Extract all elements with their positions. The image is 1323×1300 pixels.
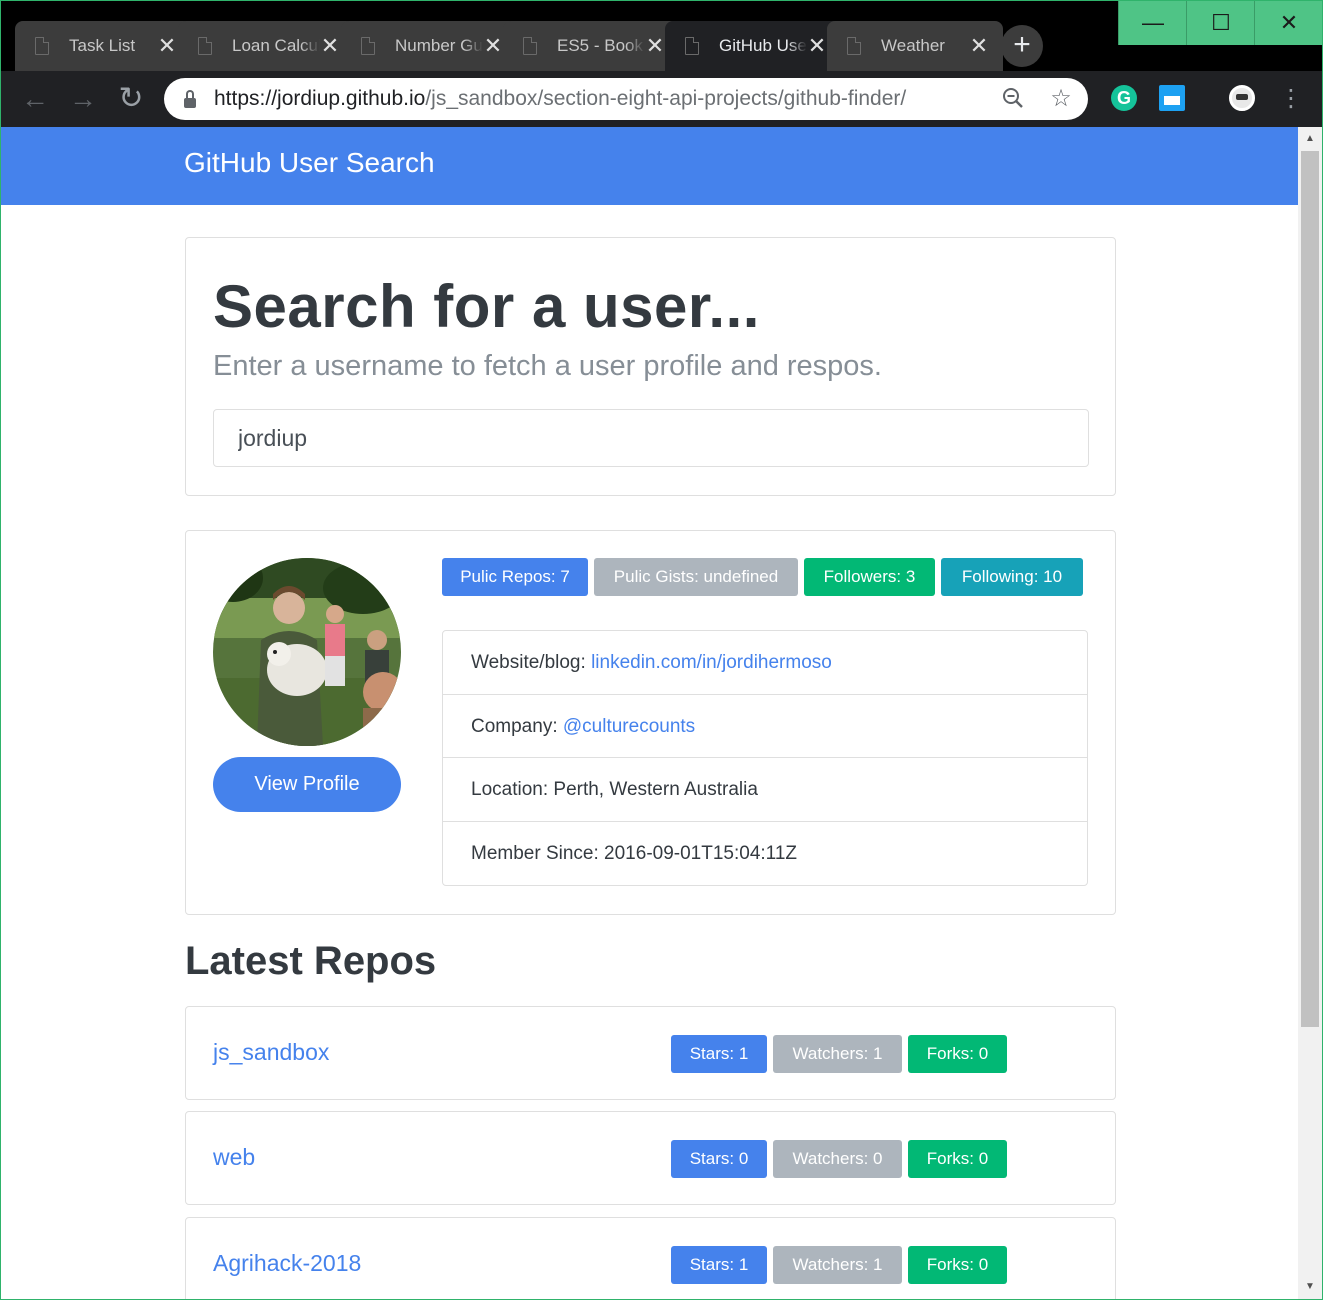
watchers-badge: Watchers: 1 bbox=[773, 1035, 902, 1073]
tab-loan-calculator[interactable]: Loan Calculator ✕ bbox=[178, 21, 354, 71]
zoom-icon[interactable] bbox=[1000, 86, 1026, 112]
address-bar[interactable]: https://jordiup.github.io/js_sandbox/sec… bbox=[164, 78, 1088, 120]
tab-title: Loan Calculator bbox=[232, 36, 320, 55]
scroll-down-arrow-icon[interactable]: ▼ bbox=[1298, 1277, 1322, 1297]
website-item: Website/blog: linkedin.com/in/jordihermo… bbox=[443, 631, 1087, 695]
tab-es5-book-list[interactable]: ES5 - Book List ✕ bbox=[503, 21, 679, 71]
company-link[interactable]: @culturecounts bbox=[563, 716, 695, 737]
vertical-scrollbar[interactable]: ▲ ▼ bbox=[1298, 127, 1322, 1299]
avatar bbox=[213, 558, 401, 746]
tab-title: Task List bbox=[69, 36, 136, 55]
stars-badge: Stars: 0 bbox=[671, 1140, 767, 1178]
forks-badge: Forks: 0 bbox=[908, 1035, 1007, 1073]
close-icon[interactable]: ✕ bbox=[969, 35, 989, 57]
grammarly-extension-icon[interactable]: G bbox=[1111, 85, 1137, 111]
public-repos-badge: Pulic Repos: 7 bbox=[442, 558, 588, 596]
scroll-thumb[interactable] bbox=[1301, 151, 1319, 1027]
repo-card: Agrihack-2018 Stars: 1 Watchers: 1 Forks… bbox=[185, 1217, 1116, 1299]
page-viewport: GitHub User Search Search for a user... … bbox=[1, 127, 1298, 1299]
forks-badge: Forks: 0 bbox=[908, 1140, 1007, 1178]
repo-link[interactable]: Agrihack-2018 bbox=[213, 1250, 361, 1277]
close-icon[interactable]: ✕ bbox=[157, 35, 177, 57]
page-icon bbox=[361, 37, 375, 55]
public-gists-badge: Pulic Gists: undefined bbox=[594, 558, 798, 596]
company-item: Company: @culturecounts bbox=[443, 695, 1087, 758]
page-icon bbox=[198, 37, 212, 55]
profile-card: View Profile Pulic Repos: 7 Pulic Gists:… bbox=[185, 530, 1116, 915]
watchers-badge: Watchers: 0 bbox=[773, 1140, 902, 1178]
tab-title: Number Guesser bbox=[395, 36, 483, 55]
brand-title[interactable]: GitHub User Search bbox=[184, 147, 435, 179]
browser-window: Task List ✕ Loan Calculator ✕ Number Gue… bbox=[0, 0, 1323, 1300]
navbar: GitHub User Search bbox=[1, 127, 1298, 205]
tab-title: Weather bbox=[881, 36, 945, 55]
search-lead-text: Enter a username to fetch a user profile… bbox=[213, 350, 882, 382]
repo-link[interactable]: web bbox=[213, 1144, 255, 1171]
window-resizer-extension-icon[interactable] bbox=[1159, 85, 1185, 111]
page-icon bbox=[35, 37, 49, 55]
latest-repos-heading: Latest Repos bbox=[185, 939, 437, 983]
close-window-button[interactable]: ✕ bbox=[1254, 1, 1322, 45]
following-badge: Following: 10 bbox=[941, 558, 1083, 596]
repo-card: web Stars: 0 Watchers: 0 Forks: 0 bbox=[185, 1111, 1116, 1205]
url-path: /js_sandbox/section-eight-api-projects/g… bbox=[425, 87, 907, 110]
forks-badge: Forks: 0 bbox=[908, 1246, 1007, 1284]
search-card: Search for a user... Enter a username to… bbox=[185, 237, 1116, 496]
tab-title: ES5 - Book List bbox=[557, 36, 645, 55]
tab-strip: Task List ✕ Loan Calculator ✕ Number Gue… bbox=[1, 1, 1322, 71]
scroll-up-arrow-icon[interactable]: ▲ bbox=[1298, 129, 1322, 149]
website-label: Website/blog: bbox=[471, 652, 592, 673]
location-item: Location: Perth, Western Australia bbox=[443, 758, 1087, 822]
search-heading: Search for a user... bbox=[213, 273, 760, 340]
view-profile-button[interactable]: View Profile bbox=[213, 757, 401, 812]
repo-link[interactable]: js_sandbox bbox=[213, 1039, 329, 1066]
profile-info-list: Website/blog: linkedin.com/in/jordihermo… bbox=[442, 630, 1088, 886]
followers-badge: Followers: 3 bbox=[804, 558, 935, 596]
tab-number-guesser[interactable]: Number Guesser ✕ bbox=[341, 21, 517, 71]
minimize-button[interactable]: — bbox=[1118, 1, 1187, 45]
search-user-input[interactable] bbox=[213, 409, 1089, 467]
url-host: https://jordiup.github.io bbox=[214, 87, 426, 110]
menu-dots-icon[interactable]: ⋮ bbox=[1279, 85, 1303, 113]
tab-github-user-search[interactable]: GitHub User Search ✕ bbox=[665, 21, 841, 71]
close-icon[interactable]: ✕ bbox=[645, 35, 665, 57]
bookmark-star-icon[interactable]: ☆ bbox=[1048, 86, 1074, 112]
profile-avatar-icon[interactable] bbox=[1229, 85, 1255, 111]
maximize-button[interactable]: ☐ bbox=[1186, 1, 1255, 45]
company-label: Company: bbox=[471, 715, 563, 737]
close-icon[interactable]: ✕ bbox=[320, 35, 340, 57]
page-icon bbox=[523, 37, 537, 55]
url-text[interactable]: https://jordiup.github.io/js_sandbox/sec… bbox=[214, 87, 906, 111]
close-icon[interactable]: ✕ bbox=[483, 35, 503, 57]
watchers-badge: Watchers: 1 bbox=[773, 1246, 902, 1284]
member-since-item: Member Since: 2016-09-01T15:04:11Z bbox=[471, 842, 797, 864]
stars-badge: Stars: 1 bbox=[671, 1246, 767, 1284]
page-icon bbox=[685, 37, 699, 55]
forward-arrow-icon[interactable]: → bbox=[63, 79, 103, 119]
tab-task-list[interactable]: Task List ✕ bbox=[15, 21, 191, 71]
browser-toolbar: ← → ↻ https://jordiup.github.io/js_sandb… bbox=[1, 71, 1322, 127]
stars-badge: Stars: 1 bbox=[671, 1035, 767, 1073]
reload-icon[interactable]: ↻ bbox=[111, 79, 151, 119]
back-arrow-icon[interactable]: ← bbox=[15, 79, 55, 119]
close-icon[interactable]: ✕ bbox=[807, 35, 827, 57]
page-icon bbox=[847, 37, 861, 55]
new-tab-button[interactable]: + bbox=[1001, 25, 1043, 67]
lock-icon bbox=[184, 90, 196, 108]
tab-weather[interactable]: Weather ✕ bbox=[827, 21, 1003, 71]
repo-card: js_sandbox Stars: 1 Watchers: 1 Forks: 0 bbox=[185, 1006, 1116, 1100]
tab-title: GitHub User Search bbox=[719, 36, 807, 55]
website-link[interactable]: linkedin.com/in/jordihermoso bbox=[591, 652, 832, 673]
